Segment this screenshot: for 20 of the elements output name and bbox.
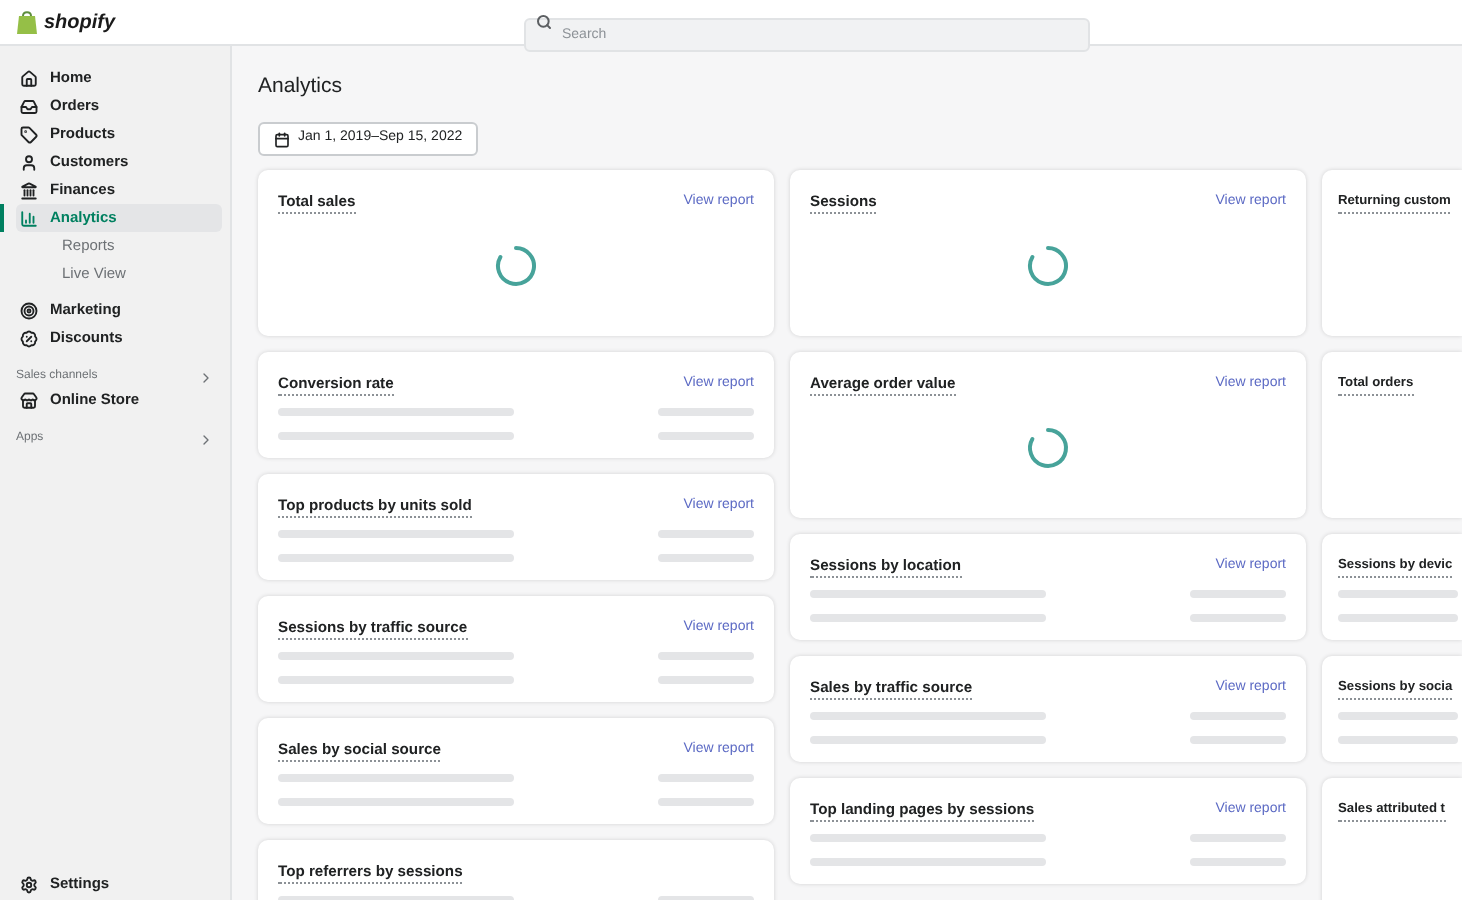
calendar-icon (274, 131, 290, 147)
tag-icon (20, 125, 38, 143)
house-icon (20, 69, 38, 87)
loading-spinner-icon (494, 244, 538, 288)
store-icon (20, 391, 38, 409)
settings-icon (20, 875, 38, 893)
loading-spinner-icon (1026, 426, 1070, 470)
brand-logo-text: shopify (44, 9, 116, 37)
bank-icon (20, 181, 38, 199)
shopping-bag-icon (16, 10, 38, 34)
person-icon (20, 153, 38, 171)
target-icon (20, 301, 38, 319)
bar-chart-icon (20, 209, 38, 227)
chevron-right-icon[interactable] (198, 369, 214, 385)
discount-icon (20, 329, 38, 347)
search-icon (536, 14, 552, 30)
chevron-right-icon[interactable] (198, 431, 214, 447)
loading-spinner-icon (1026, 244, 1070, 288)
inbox-icon (20, 97, 38, 115)
page-title: Analytics (258, 72, 345, 100)
